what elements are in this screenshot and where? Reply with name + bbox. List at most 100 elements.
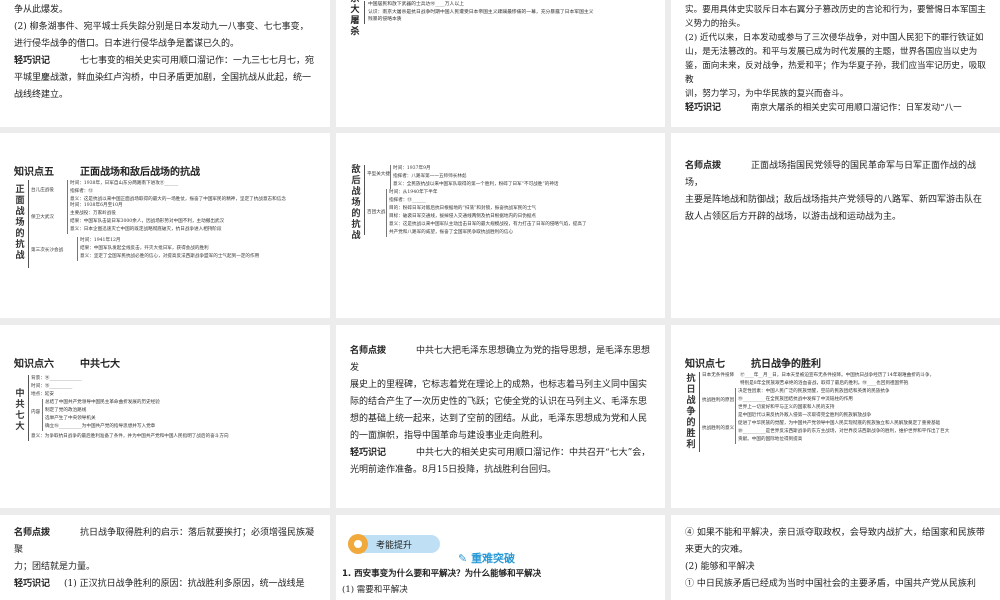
slide-teacher-tip-7th-congress[interactable]: 名师点拨 中共七大把毛泽东思想确立为党的指导思想，是毛泽东思想发 展史上的里程碑，…: [336, 325, 665, 508]
text-line: 争从此爆发。: [14, 5, 69, 15]
section-heading: 知识点六 中共七大: [14, 355, 120, 370]
tip-label: 轻巧识记: [350, 448, 387, 458]
text-line: 指挥者：⑫: [70, 189, 93, 194]
text-line: 结果：中国军队发起全线反击，歼灭大批日军，获得会战的胜利: [80, 246, 209, 251]
text-line: 世界上一切爱好和平与正义的国家和人民的支持: [738, 405, 835, 410]
text-line: 时间：⑮__________: [31, 384, 73, 389]
group-label: 保卫大武汉: [31, 215, 54, 220]
section-title: 抗日战争的胜利: [751, 359, 821, 370]
text-line: 确立⑯__________为中国共产党的指导思想并写入党章: [45, 424, 156, 429]
text-line: (2) 柳条湖事件、宛平城士兵失踪分别是日本发动九一八事变、七七事变，进行侵华战…: [14, 22, 309, 49]
text-line: 地点：延安: [31, 392, 54, 397]
text-line: 意义：坚定了全国军民抗战必胜的信心，对提高反法西斯战争盟军的士气起到一定的作用: [80, 254, 260, 259]
text-line: 抗日战争取得胜利的启示：落后就要挨打；必须增强民族凝聚: [14, 528, 315, 555]
group-label: 平型关大捷: [367, 172, 390, 177]
group-label: 第三次长沙会战: [31, 248, 64, 253]
text-line: 共产党和八路军的威望，振奋了全国军民争取抗战胜利的信心: [389, 230, 514, 235]
text-line: ④ 如果不能和平解决，亲日派夺取政权，会导致内战扩大，给国家和民族带来更大的灾难…: [685, 528, 985, 555]
text-line: 实。要用具体史实驳斥日本右翼分子篡改历史的言论和行为，要警惕日本军国主义势力的抬…: [685, 5, 986, 29]
text-line: 意义：全民族抗战以来中国军队取得的第一个胜利，粉碎了日军“不可战胜”的神话: [393, 182, 559, 187]
text-line: 总结了中国共产党领导中国民主革命曲折发展的历史经验: [45, 400, 160, 405]
slide-knowledge-5[interactable]: 知识点五 正面战场和敌后战场的抗战 正面战场的抗战 台儿庄战役 时间：1938年，…: [0, 133, 330, 318]
text-line: 主要战役：万家岭战役: [70, 211, 116, 216]
slide-qiqi-incident[interactable]: 争从此爆发。 (2) 柳条湖事件、宛平城士兵失踪分别是日本发动九一八事变、七七事…: [0, 0, 330, 127]
section-pill: 考能提升: [348, 534, 440, 554]
text-line: 背景：⑭______________: [31, 376, 82, 381]
text-line: 训，努力学习，为中华民族的复兴而奋斗。: [685, 89, 849, 99]
slide-xian-incident-answer[interactable]: ④ 如果不能和平解决，亲日派夺取政权，会导致内战扩大，给国家和民族带来更大的灾难…: [671, 515, 1000, 600]
slide-teacher-tip-battlefields[interactable]: 名师点拨 正面战场指国民党领导的国民革命军与日军正面作战的战场， 主要是阵地战和防…: [671, 133, 1000, 318]
section-heading: 知识点五 正面战场和敌后战场的抗战: [14, 163, 200, 178]
section-title: 正面战场和敌后战场的抗战: [80, 167, 200, 178]
text-line: 时间：1938年，日军自山东分两路南下进攻⑪______: [70, 181, 179, 186]
badge-label: 重难突破: [471, 552, 516, 565]
tip: 轻巧识记 中共七大的相关史实可用顺口溜记作：中共召开“七大”会，光明前途作准备。8…: [350, 445, 651, 479]
slide-ability-improvement[interactable]: 考能提升 ✎ 重难突破 1. 西安事变为什么要和平解决？为什么能够和平解决 (1…: [336, 515, 665, 600]
tip-text: 七七事变的相关史实可用顺口溜记作：一九三七七月七，宛平城里鏖战激，鲜血染红卢沟桥…: [14, 56, 315, 100]
tip-label: 轻巧识记: [14, 579, 51, 589]
text-line: 贡献。中国的国际地位得到提高: [738, 437, 803, 442]
text-line: 制定了党的政治路线: [45, 408, 87, 413]
slide-teacher-tip-victory[interactable]: 名师点拨 抗日战争取得胜利的启示：落后就要挨打；必须增强民族凝聚 力；团结就是力量…: [0, 515, 330, 600]
text-line: 主要是阵地战和防御战；敌后战场指共产党领导的八路军、新四军游击队在敌人占领区后方…: [685, 195, 983, 222]
slide-knowledge-6[interactable]: 知识点六 中共七大 中共七大 背景：⑭______________ 时间：⑮____…: [0, 325, 330, 508]
key-difficulty-badge: ✎ 重难突破: [458, 550, 515, 566]
meaning: 意义：为争取抗日战争的最后胜利准备了条件，并为中国共产党和中国人民指明了战后的奋…: [31, 434, 229, 439]
tip: 名师点拨 抗日战争取得胜利的启示：落后就要挨打；必须增强民族凝聚: [14, 525, 316, 559]
slide-text: 名师点拨 抗日战争取得胜利的启示：落后就要挨打；必须增强民族凝聚 力；团结就是力量…: [14, 525, 316, 593]
text-line: 结果：中国军队击毙日军3000余人，因战场形势对中国不利，主动撤出武汉: [70, 219, 225, 224]
tip-text: 南京大屠杀的相关史实可用顺口溜记作：日军发动“八一: [751, 103, 962, 113]
section-heading: 知识点七 抗日战争的胜利: [685, 355, 821, 370]
tip-text: (1) 正汉抗日战争胜利的原因：抗战胜利多原因，统一战线是: [64, 579, 305, 589]
text-line: ⑲__________在全民族团结抗战中发挥了中流砥柱的作用: [738, 397, 853, 402]
circle-icon: [348, 534, 368, 554]
tip-label: 名师点拨: [14, 528, 51, 538]
diagram: 中共七大 背景：⑭______________ 时间：⑮__________ 地点：…: [14, 375, 324, 445]
group-label: 台儿庄战役: [31, 188, 54, 193]
text-line: 展史上的里程碑，它标志着党在理论上的成熟，也标志着马列主义同中国实际的结合产生了…: [350, 380, 648, 441]
tip: 名师点拨 中共七大把毛泽东思想确立为党的指导思想，是毛泽东思想发: [350, 343, 651, 377]
text-line: 指挥者：八路军第一一五师师长林彪: [393, 174, 467, 179]
text-line: 选举产生了中央领导机关: [45, 416, 96, 421]
tip-label: 名师点拨: [350, 346, 387, 356]
text-line: 时间：1937年9月: [393, 166, 431, 171]
slide-text: 名师点拨 中共七大把毛泽东思想确立为党的指导思想，是毛泽东思想发 展史上的里程碑，…: [350, 343, 651, 479]
diagram: 敌后战场的抗战 平型关大捷 时间：1937年9月 指挥者：八路军第一一五师师长林彪…: [350, 165, 660, 241]
group-label: 内容: [31, 410, 41, 415]
slide-text: ④ 如果不能和平解决，亲日派夺取政权，会导致内战扩大，给国家和民族带来更大的灾难…: [685, 525, 986, 593]
section-number: 知识点六: [14, 359, 54, 370]
slide-nanjing-massacre[interactable]: 京大屠杀 中国居民和放下武器的士兵达⑩____万人以上 认识：南京大屠杀是抗日战…: [336, 0, 665, 127]
vertical-label: 京大屠杀: [350, 0, 360, 37]
text-line: 残暴的侵略本质: [368, 17, 402, 22]
section-number: 知识点七: [685, 359, 725, 370]
text-line: 认识：南京大屠杀是抗日战争时期中国人民遭受日本帝国主义蹂躏最惨痛的一幕，充分暴露…: [368, 9, 594, 15]
text-line: 中国居民和放下武器的士兵达⑩____万人以上: [368, 2, 464, 7]
slide-text: 实。要用具体史实驳斥日本右翼分子篡改历史的言论和行为，要警惕日本军国主义势力的抬…: [685, 3, 986, 115]
tip-label: 名师点拨: [685, 161, 722, 171]
text-line: 时间：1938年6月至10月: [70, 203, 123, 208]
tip: 轻巧识记 南京大屠杀的相关史实可用顺口溜记作：日军发动“八一: [685, 101, 986, 115]
text-line: 正面战场指国民党领导的国民革命军与日军正面作战的战场，: [685, 161, 977, 188]
text-line: 促进了中华民族的觉醒，为中国共产党领导中国人民实现彻底的民族独立和人民解放奠定了…: [738, 421, 941, 426]
diagram: 正面战场的抗战 台儿庄战役 时间：1938年，日军自山东分两路南下进攻⑪____…: [14, 180, 324, 270]
slide-knowledge-7[interactable]: 知识点七 抗日战争的胜利 抗日战争的胜利 日本无条件投降 ⑰____年__月__日…: [671, 325, 1000, 508]
text-line: ⑳__________是世界反法西斯战争的东方主战场，对世界反法西斯战争的胜利，…: [738, 429, 950, 434]
answer-line: (1) 需要和平解决: [342, 585, 408, 595]
text-line: 决定性因素：中国人民广泛的民族觉醒，空前的民族团结和英勇的民族抗争: [738, 389, 890, 394]
slide-rear-battlefield[interactable]: 敌后战场的抗战 平型关大捷 时间：1937年9月 指挥者：八路军第一一五师师长林彪…: [336, 133, 665, 318]
tip: 轻巧识记 七七事变的相关史实可用顺口溜记作：一九三七七月七，宛平城里鏖战激，鲜血染…: [14, 53, 316, 104]
text-line: ① 中日民族矛盾已经成为当时中国社会的主要矛盾，中国共产党从民族利: [685, 579, 976, 589]
diagram: 抗日战争的胜利 日本无条件投降 ⑰____年__月__日，日本天皇被迫宣布无条件…: [685, 372, 995, 454]
group-label: 百团大战: [367, 210, 386, 215]
slide-text: 争从此爆发。 (2) 柳条湖事件、宛平城士兵失踪分别是日本发动九一八事变、七七事…: [14, 2, 316, 104]
text-line: 意义：日本企图迅速灭亡中国的既定战略彻底破灭，抗日战争进入相持阶段: [70, 227, 222, 232]
text-line: 是中国近代以来反抗外敌入侵第一次取得完全胜利的民族解放战争: [738, 413, 872, 418]
group-label: 抗战胜利的意义: [702, 426, 735, 431]
section-title: 中共七大: [80, 359, 120, 370]
slide-text: 名师点拨 正面战场指国民党领导的国民革命军与日军正面作战的战场， 主要是阵地战和防…: [685, 158, 986, 226]
diagram: 中国居民和放下武器的士兵达⑩____万人以上 认识：南京大屠杀是抗日战争时期中国…: [364, 1, 593, 24]
slide-history-lesson[interactable]: 实。要用具体史实驳斥日本右翼分子篡改历史的言论和行为，要警惕日本军国主义势力的抬…: [671, 0, 1000, 127]
text-line: (2) 近代以来，日本发动或参与了三次侵华战争，对中国人民犯下的罪行铁证如山，是…: [685, 33, 986, 85]
tip-text: 中共七大的相关史实可用顺口溜记作：中共召开“七大”会，光明前途作准备。8月15日…: [350, 448, 651, 475]
text-line: 目标：破袭日军交通线，拔掉侵入交通线两侧及抗日根据地内的日伪据点: [389, 214, 537, 219]
